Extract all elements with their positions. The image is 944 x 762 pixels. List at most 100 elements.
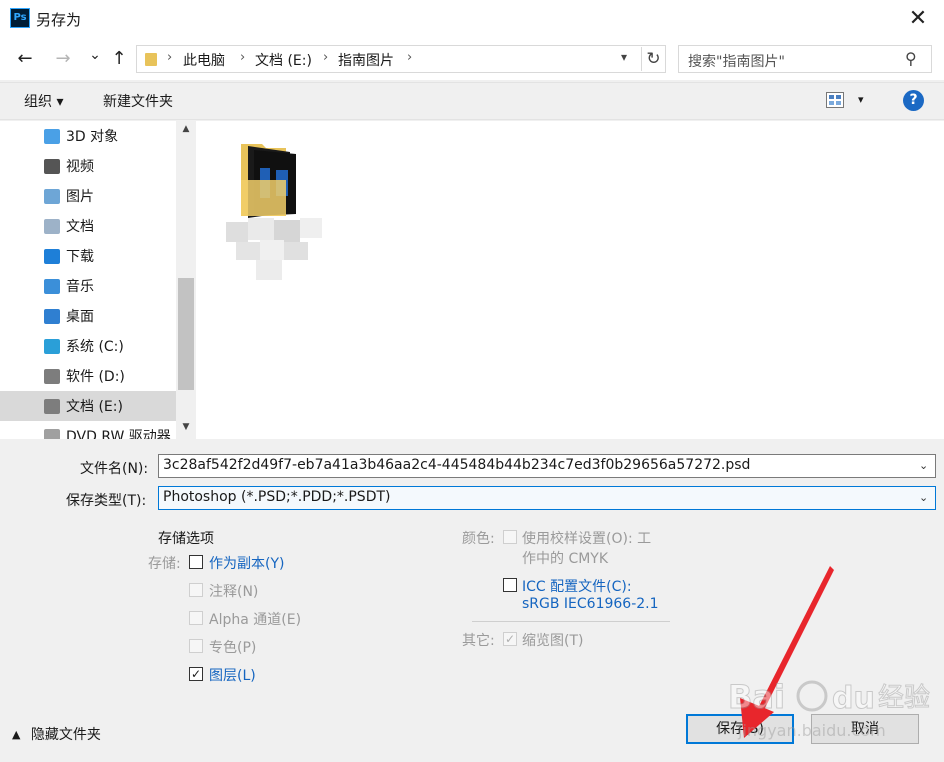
sidebar-item-label: 桌面 — [66, 309, 94, 325]
icc-profile-value: sRGB IEC61966-2.1 — [522, 596, 659, 612]
filename-value: 3c28af542f2d49f7-eb7a41a3b46aa2c4-445484… — [163, 457, 751, 473]
view-dropdown-icon[interactable]: ▾ — [858, 93, 864, 106]
chevron-down-icon[interactable]: ⌄ — [919, 491, 928, 504]
spot-colors-label: 专色(P) — [209, 640, 257, 656]
drive-icon — [44, 399, 60, 414]
back-arrow-icon[interactable]: ← — [14, 48, 36, 70]
svg-text:Bai: Bai — [728, 678, 785, 716]
sidebar-item-label: DVD RW 驱动器 — [66, 429, 171, 439]
new-folder-button[interactable]: 新建文件夹 — [103, 91, 173, 111]
file-name-blurred — [226, 218, 322, 280]
layers-checkbox[interactable]: ✓ — [189, 667, 203, 681]
hide-folders-toggle[interactable]: ▲ 隐藏文件夹 — [12, 724, 101, 744]
sidebar-item[interactable]: 系统 (C:) — [0, 331, 176, 361]
chevron-down-icon[interactable]: ▾ — [621, 50, 627, 64]
breadcrumb-guide-images[interactable]: 指南图片 — [338, 50, 394, 70]
chevron-right-icon: › — [167, 50, 173, 65]
breadcrumb-this-pc[interactable]: 此电脑 — [183, 50, 225, 70]
hide-folders-label: 隐藏文件夹 — [30, 727, 101, 743]
photoshop-icon: Ps — [10, 8, 30, 28]
psd-file-thumbnail[interactable] — [240, 140, 302, 220]
svg-text:jingyan.baidu.com: jingyan.baidu.com — [737, 721, 886, 740]
sidebar-item-label: 文档 — [66, 219, 94, 235]
color-label: 颜色: — [462, 531, 495, 547]
sidebar-item[interactable]: 下载 — [0, 241, 176, 271]
sidebar-item-label: 视频 — [66, 159, 94, 175]
sidebar-item[interactable]: 文档 — [0, 211, 176, 241]
sidebar-item[interactable]: 软件 (D:) — [0, 361, 176, 391]
desktop-icon — [44, 309, 60, 324]
save-options-title: 存储选项 — [158, 531, 214, 547]
chevron-right-icon: › — [323, 50, 329, 65]
drive-icon — [44, 369, 60, 384]
window-title: 另存为 — [36, 11, 82, 29]
sidebar-item-label: 音乐 — [66, 279, 94, 295]
help-icon[interactable]: ? — [903, 90, 924, 111]
sidebar-item[interactable]: 视频 — [0, 151, 176, 181]
chevron-up-icon: ▲ — [12, 728, 21, 741]
sidebar-item-label: 系统 (C:) — [66, 339, 124, 355]
sidebar-item[interactable]: 音乐 — [0, 271, 176, 301]
thumbnail-label: 缩览图(T) — [522, 633, 584, 649]
organize-button[interactable]: 组织 ▾ — [24, 91, 63, 111]
scroll-thumb[interactable] — [178, 278, 194, 390]
sidebar-item[interactable]: DVD RW 驱动器 — [0, 421, 176, 439]
icc-profile-checkbox[interactable] — [503, 578, 517, 592]
options-divider — [472, 621, 670, 622]
sidebar-item-label: 下载 — [66, 249, 94, 265]
documents-icon — [44, 219, 60, 234]
sidebar-item[interactable]: 文档 (E:) — [0, 391, 176, 421]
sidebar-item-label: 图片 — [66, 189, 94, 205]
search-icon[interactable]: ⚲ — [905, 49, 917, 68]
proof-setup-label: 使用校样设置(O): 工 — [522, 531, 652, 547]
svg-text:du: du — [832, 681, 875, 716]
sidebar-item[interactable]: 3D 对象 — [0, 121, 176, 151]
search-placeholder: 搜索"指南图片" — [688, 54, 785, 70]
scroll-up-icon[interactable]: ▲ — [176, 124, 196, 138]
sidebar-item[interactable]: 图片 — [0, 181, 176, 211]
folder-icon — [145, 53, 157, 66]
other-label: 其它: — [462, 633, 495, 649]
filename-input[interactable]: 3c28af542f2d49f7-eb7a41a3b46aa2c4-445484… — [158, 454, 936, 478]
sidebar-item[interactable]: 桌面 — [0, 301, 176, 331]
recent-locations-icon[interactable]: ⌄ — [84, 44, 106, 66]
alpha-channels-label: Alpha 通道(E) — [209, 612, 302, 628]
view-options-icon[interactable] — [826, 92, 844, 108]
close-icon[interactable]: ✕ — [898, 4, 938, 34]
filetype-select[interactable]: Photoshop (*.PSD;*.PDD;*.PSDT) ⌄ — [158, 486, 936, 510]
search-input[interactable]: 搜索"指南图片" ⚲ — [678, 45, 932, 73]
sidebar-item-label: 软件 (D:) — [66, 369, 125, 385]
notes-checkbox[interactable] — [189, 583, 203, 597]
scroll-down-icon[interactable]: ▼ — [176, 422, 196, 436]
refresh-icon[interactable]: ↻ — [641, 47, 665, 71]
downloads-icon — [44, 249, 60, 264]
filename-label: 文件名(N): — [80, 461, 149, 477]
as-copy-label[interactable]: 作为副本(Y) — [209, 553, 284, 573]
filetype-label: 保存类型(T): — [66, 493, 147, 509]
alpha-channels-checkbox[interactable] — [189, 611, 203, 625]
chevron-right-icon[interactable]: › — [407, 50, 412, 65]
as-copy-checkbox[interactable] — [189, 555, 203, 569]
svg-text:经验: 经验 — [878, 683, 930, 713]
title-bar — [0, 0, 944, 40]
icc-profile-label[interactable]: ICC 配置文件(C): — [522, 576, 632, 596]
chevron-right-icon: › — [240, 50, 246, 65]
pictures-icon — [44, 189, 60, 204]
address-bar[interactable]: › 此电脑 › 文档 (E:) › 指南图片 › ▾ ↻ — [136, 45, 666, 73]
3d-objects-icon — [44, 129, 60, 144]
storage-label: 存储: — [148, 556, 181, 572]
file-list[interactable] — [196, 121, 944, 439]
layers-label[interactable]: 图层(L) — [209, 665, 256, 685]
windows-drive-icon — [44, 339, 60, 354]
proof-setup-checkbox[interactable] — [503, 530, 517, 544]
spot-colors-checkbox[interactable] — [189, 639, 203, 653]
proof-setup-label-line2: 作中的 CMYK — [522, 551, 609, 567]
dvd-drive-icon — [44, 429, 60, 439]
checkmark-icon: ✓ — [504, 632, 516, 646]
forward-arrow-icon[interactable]: → — [52, 48, 74, 70]
chevron-down-icon[interactable]: ⌄ — [919, 459, 928, 472]
filetype-value: Photoshop (*.PSD;*.PDD;*.PSDT) — [163, 489, 391, 505]
up-folder-icon[interactable]: ↑ — [108, 48, 130, 70]
thumbnail-checkbox[interactable]: ✓ — [503, 632, 517, 646]
breadcrumb-drive-e[interactable]: 文档 (E:) — [255, 50, 312, 70]
